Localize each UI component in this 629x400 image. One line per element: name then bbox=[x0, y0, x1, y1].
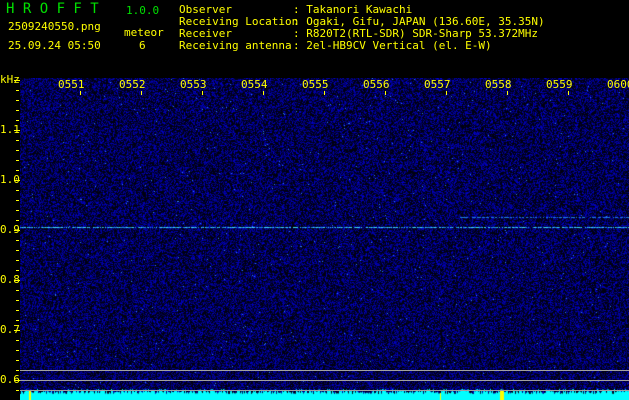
y-tick bbox=[16, 340, 19, 341]
time-tick bbox=[568, 91, 569, 95]
y-tick bbox=[14, 230, 20, 231]
y-tick bbox=[16, 160, 19, 161]
y-tick bbox=[16, 250, 19, 251]
y-tick bbox=[16, 360, 19, 361]
time-tick bbox=[263, 91, 264, 95]
y-tick bbox=[14, 280, 20, 281]
time-tick bbox=[80, 91, 81, 95]
y-tick bbox=[16, 220, 19, 221]
time-tick-label: 0556 bbox=[363, 79, 390, 91]
info-row: Receiving antenna: 2el-HB9CV Vertical (e… bbox=[179, 40, 545, 52]
time-tick-label: 0558 bbox=[485, 79, 512, 91]
y-tick bbox=[16, 390, 19, 391]
file-name: 2509240550.png bbox=[8, 21, 101, 33]
y-tick bbox=[16, 290, 19, 291]
marker-line bbox=[20, 380, 629, 381]
datetime: 25.09.24 05:50 bbox=[8, 40, 101, 52]
time-tick-label: 0552 bbox=[119, 79, 146, 91]
meteor-label: meteor bbox=[124, 27, 164, 39]
y-tick bbox=[16, 140, 19, 141]
time-tick-label: 0551 bbox=[58, 79, 85, 91]
info-value: : 2el-HB9CV Vertical (el. E-W) bbox=[293, 39, 492, 52]
time-tick bbox=[141, 91, 142, 95]
time-tick-label: 0600 bbox=[607, 79, 629, 91]
y-tick bbox=[16, 310, 19, 311]
y-tick bbox=[16, 240, 19, 241]
y-tick bbox=[14, 330, 20, 331]
y-tick bbox=[16, 90, 19, 91]
y-tick bbox=[16, 260, 19, 261]
time-tick-label: 0553 bbox=[180, 79, 207, 91]
y-tick bbox=[16, 370, 19, 371]
time-tick-label: 0557 bbox=[424, 79, 451, 91]
time-tick-label: 0555 bbox=[302, 79, 329, 91]
y-tick bbox=[16, 110, 19, 111]
marker-line bbox=[20, 370, 629, 371]
station-info: Observer: Takanori Kawachi Receiving Loc… bbox=[179, 4, 545, 52]
time-tick bbox=[202, 91, 203, 95]
y-tick bbox=[16, 200, 19, 201]
y-tick bbox=[16, 210, 19, 211]
y-tick bbox=[16, 150, 19, 151]
meteor-count: 6 bbox=[139, 40, 146, 52]
y-tick bbox=[14, 180, 20, 181]
y-tick bbox=[16, 270, 19, 271]
time-tick-label: 0559 bbox=[546, 79, 573, 91]
y-tick bbox=[16, 100, 19, 101]
app-title: H R O F F T bbox=[6, 3, 99, 15]
y-tick bbox=[16, 120, 19, 121]
time-tick bbox=[385, 91, 386, 95]
time-tick bbox=[324, 91, 325, 95]
marker-line bbox=[20, 390, 629, 391]
y-tick bbox=[16, 300, 19, 301]
y-tick bbox=[16, 350, 19, 351]
spectrogram bbox=[20, 78, 629, 400]
time-tick-label: 0554 bbox=[241, 79, 268, 91]
app-version: 1.0.0 bbox=[126, 5, 159, 17]
time-tick bbox=[446, 91, 447, 95]
y-tick bbox=[16, 190, 19, 191]
y-tick bbox=[16, 170, 19, 171]
time-tick bbox=[507, 91, 508, 95]
info-key: Receiving antenna bbox=[179, 40, 293, 52]
y-tick bbox=[16, 320, 19, 321]
y-tick bbox=[14, 130, 20, 131]
y-tick bbox=[14, 80, 20, 81]
